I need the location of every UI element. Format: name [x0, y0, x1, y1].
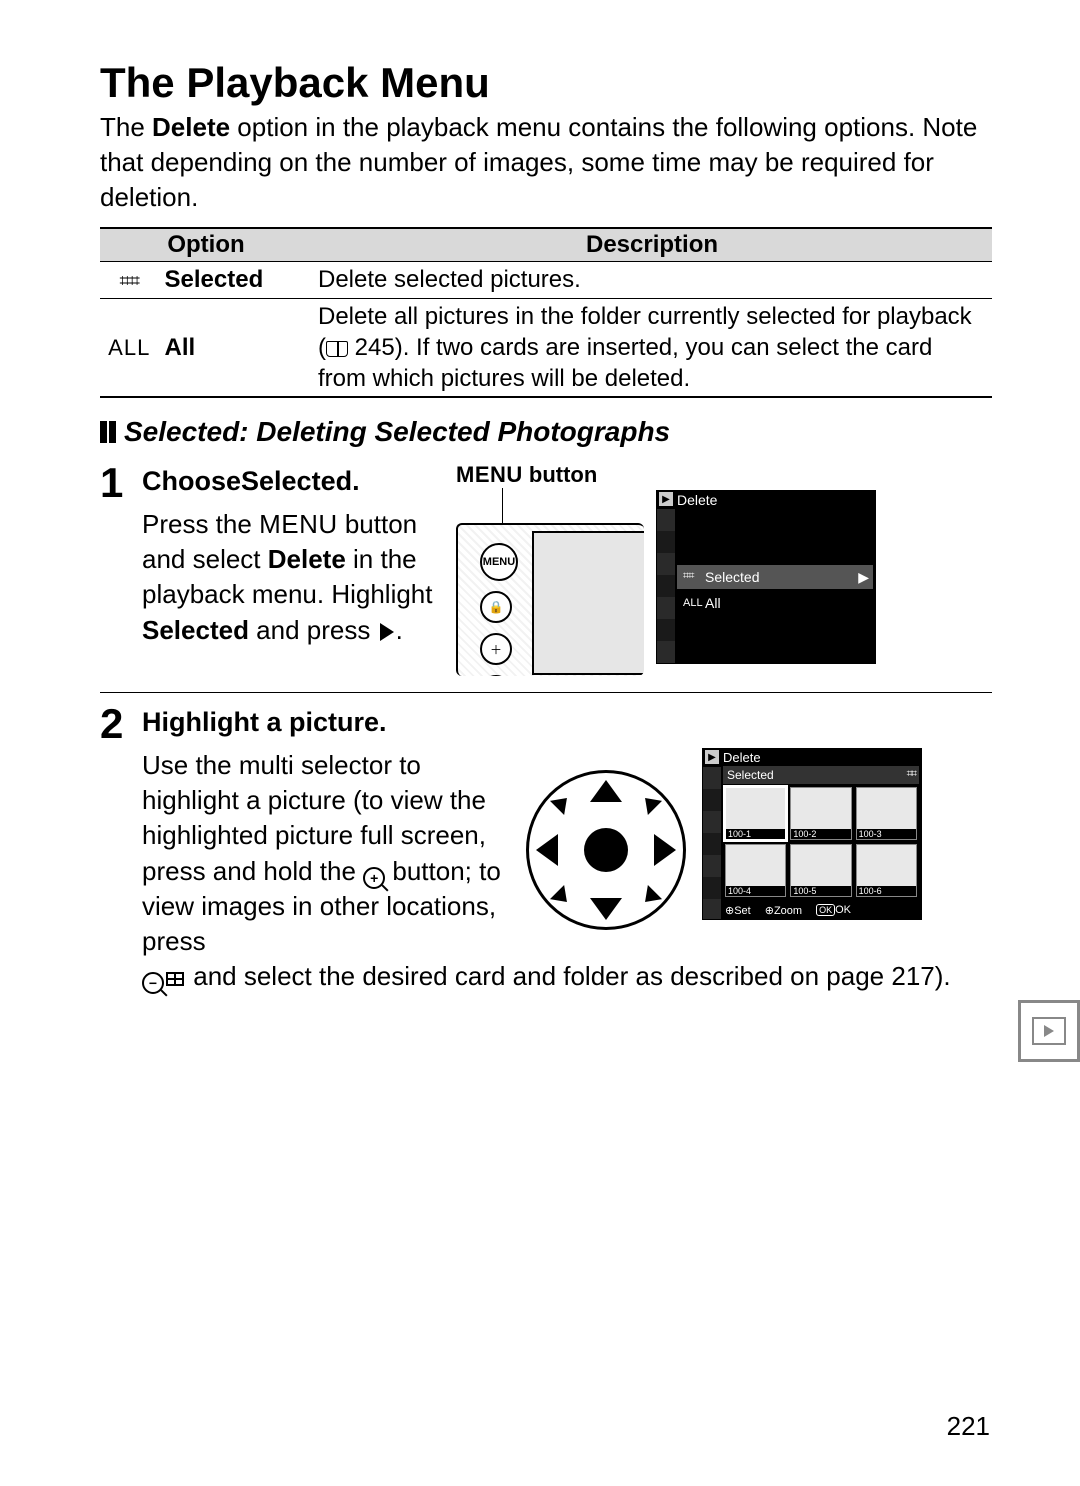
selected-option-icon: ⌗⌗ [683, 571, 705, 583]
step-1-heading: Choose Selected. [142, 466, 442, 497]
thumbnail: 100-1 [725, 787, 786, 840]
option-desc: Delete all pictures in the folder curren… [312, 298, 992, 397]
camera-zoomout-button-icon: − [480, 675, 512, 676]
step-2-heading: Highlight a picture. [142, 707, 992, 738]
playback-icon: ▶ [705, 750, 719, 764]
table-row: ALL All Delete all pictures in the folde… [100, 298, 992, 397]
step-1: 1 Choose Selected. Press the MENU button… [100, 452, 992, 693]
thumbnail-grid-icon [166, 972, 184, 986]
step-2-body-1: Use the multi selector to highlight a pi… [142, 748, 512, 959]
thumbnail: 100-4 [725, 844, 786, 897]
text: The [100, 112, 152, 142]
lcd-screenshot-thumbnails: ▶ Delete Selected ⌗⌗ 100-1 100-2 100-3 [702, 748, 922, 920]
text: button [523, 462, 598, 487]
text-bold: Delete [152, 112, 230, 142]
text: Choose [142, 466, 241, 497]
col-description: Description [312, 228, 992, 262]
lcd-sidebar [703, 767, 721, 919]
option-label: Selected [165, 266, 264, 293]
text: option in the playback menu contains the… [100, 112, 977, 212]
text-bold: Selected [241, 466, 352, 497]
lcd-option-label: All [705, 595, 721, 611]
col-option: Option [100, 228, 312, 262]
thumbnail-label: 100-3 [857, 829, 916, 839]
step-2-body-2: − and select the desired card and folder… [142, 959, 992, 994]
all-option-icon: ALL [683, 597, 705, 609]
lcd-hint-bar: ⊕Set ⊕Zoom OKOK [725, 904, 917, 917]
section-bars-icon [100, 421, 116, 443]
manual-page: The Playback Menu The Delete option in t… [0, 0, 1080, 1486]
text: Press the [142, 509, 259, 539]
options-table: Option Description ⌗⌗ Selected Delete se… [100, 227, 992, 398]
text-bold: Selected [142, 615, 249, 645]
thumbnail: 100-6 [856, 844, 917, 897]
hint-ok: OKOK [816, 904, 851, 917]
text: MENU [456, 462, 523, 487]
playback-icon [1032, 1017, 1066, 1045]
lcd-sidebar [657, 509, 675, 663]
zoom-in-icon: + [363, 867, 385, 889]
hint-zoom: ⊕Zoom [765, 904, 802, 917]
menu-button-caption: MENU button [456, 462, 644, 488]
hint-set: ⊕Set [725, 904, 751, 917]
playback-icon: ▶ [659, 492, 673, 506]
camera-zoomin-button-icon: ＋ [480, 633, 512, 665]
camera-lock-button-icon: 🔒 [480, 591, 512, 623]
section-heading: Selected: Deleting Selected Photographs [100, 416, 992, 448]
all-option-icon: ALL [108, 335, 150, 360]
thumbnail: 100-5 [790, 844, 851, 897]
multi-selector-illustration [526, 770, 686, 930]
lcd-option-selected: ⌗⌗ Selected ▶ [677, 565, 873, 589]
thumbnail-label: 100-2 [791, 829, 850, 839]
text: and press [249, 615, 378, 645]
text-bold: Delete [268, 544, 346, 574]
lcd-option-all: ALL All [677, 591, 873, 615]
manual-ref-icon [326, 341, 348, 357]
thumbnail-label: 100-5 [791, 886, 850, 896]
camera-illustration: MENU 🔒 ＋ − [456, 488, 644, 676]
option-label: All [165, 334, 196, 361]
text: and select the desired card and folder a… [193, 961, 950, 991]
thumbnail: 100-2 [790, 787, 851, 840]
thumbnail-label: 100-6 [857, 886, 916, 896]
thumbnail: 100-3 [856, 787, 917, 840]
lcd-title: Delete [677, 492, 717, 508]
step-number: 2 [100, 703, 142, 994]
thumbnail-label: 100-1 [726, 829, 785, 839]
thumbnail-label: 100-4 [726, 886, 785, 896]
text: Selected [727, 766, 774, 784]
camera-menu-button-icon: MENU [480, 543, 518, 581]
lcd-screenshot-delete-menu: ▶ Delete ⌗⌗ Selected ▶ ALL All [656, 490, 876, 664]
playback-section-badge [1018, 1000, 1080, 1062]
lcd-subtitle: Selected ⌗⌗ [723, 766, 919, 784]
lcd-option-label: Selected [705, 569, 759, 585]
step-2: 2 Highlight a picture. Use the multi sel… [100, 693, 992, 1010]
section-title: Selected: Deleting Selected Photographs [124, 416, 670, 448]
menu-button-glyph: MENU [259, 509, 338, 539]
zoom-out-icon: − [142, 972, 164, 994]
step-1-figure: MENU button MENU 🔒 ＋ [456, 462, 992, 676]
step-1-body: Press the MENU button and select Delete … [142, 507, 442, 647]
text: . [352, 466, 360, 497]
text: 245). If two cards are inserted, you can… [318, 334, 932, 392]
option-desc: Delete selected pictures. [312, 262, 992, 298]
selected-option-icon: ⌗⌗ [907, 766, 915, 784]
intro-paragraph: The Delete option in the playback menu c… [100, 110, 992, 215]
step-number: 1 [100, 462, 142, 676]
page-title: The Playback Menu [100, 60, 992, 106]
right-arrow-icon [378, 615, 396, 645]
right-arrow-icon: ▶ [858, 569, 869, 586]
selected-option-icon: ⌗⌗ [120, 271, 139, 293]
table-row: ⌗⌗ Selected Delete selected pictures. [100, 262, 992, 298]
page-number: 221 [947, 1411, 990, 1442]
lcd-title: Delete [723, 750, 761, 765]
